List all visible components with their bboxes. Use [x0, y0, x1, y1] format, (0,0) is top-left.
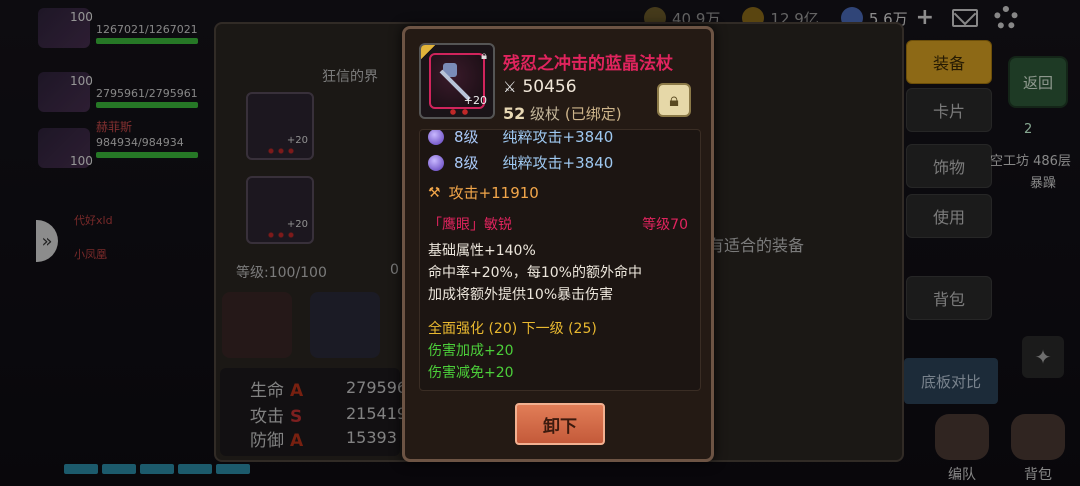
bag-button[interactable]: 背包	[1006, 410, 1070, 484]
crossed-swords-icon: ⚔	[503, 78, 517, 96]
passive-level: 等级70	[642, 217, 688, 233]
tab-bag[interactable]: 背包	[906, 276, 992, 320]
team-list: 100 1267021/1267021 100 2795961/2795961 …	[34, 6, 204, 172]
hero-level-text-2: 0	[390, 262, 399, 278]
gem-level: 8级	[454, 154, 479, 172]
skill-slot-1[interactable]	[222, 292, 292, 358]
skill-slot-2[interactable]	[310, 292, 380, 358]
stat-label: 防御	[250, 431, 284, 451]
mail-icon[interactable]	[952, 9, 979, 27]
item-level-num: 52	[503, 104, 526, 123]
gem-count: 2	[1024, 122, 1033, 137]
item-plus: +20	[463, 94, 487, 107]
tab-equipment[interactable]: 装备	[906, 40, 992, 84]
workshop-label: 空工坊 486层	[990, 154, 1071, 169]
stat-value: 215419	[346, 404, 408, 423]
stat-grade: S	[290, 407, 303, 427]
member-hp-bar	[96, 152, 198, 158]
stat-value: 15393	[346, 428, 397, 447]
no-equip-text: 有适合的装备	[708, 236, 805, 255]
add-diamond-button[interactable]: +	[916, 7, 934, 29]
compare-button[interactable]: 底板对比	[904, 358, 998, 404]
attack-value: 攻击+11910	[448, 184, 539, 202]
back-button[interactable]: 返回	[1008, 56, 1068, 108]
bound-status: (已绑定)	[564, 105, 622, 123]
team-member[interactable]: 100 2795961/2795961	[34, 70, 204, 116]
gem-icon	[428, 154, 444, 171]
passive-desc-line: 基础属性+140%	[428, 243, 536, 259]
gem-level: 8级	[454, 129, 479, 146]
slot-plus: +20	[286, 219, 308, 230]
tab-use[interactable]: 使用	[906, 194, 992, 238]
team-member[interactable]: 赫菲斯 984934/984934 100	[34, 120, 204, 172]
settings-gear-icon[interactable]	[994, 6, 1019, 30]
item-tooltip: 🔒︎ +20 残忍之冲击的蓝晶法杖 ⚔ 50456 52 级杖 (已绑定) 🔒︎…	[402, 26, 714, 462]
bag-button-label: 背包	[1024, 467, 1052, 483]
tooltip-header: 🔒︎ +20 残忍之冲击的蓝晶法杖 ⚔ 50456 52 级杖 (已绑定) 🔒︎	[405, 29, 711, 129]
gem-stat: 纯粹攻击+3840	[502, 129, 614, 146]
member-hp-bar	[96, 102, 198, 108]
passive-desc-line: 命中率+20%，每10%的额外命中	[428, 265, 642, 281]
stats-panel: 生命 A 279596 攻击 S 215419 防御 A 15393	[220, 368, 407, 456]
item-title: 残忍之冲击的蓝晶法杖	[503, 54, 673, 74]
slot-plus: +20	[286, 135, 308, 146]
stat-grade: A	[290, 381, 304, 401]
stat-attack: 攻击 S	[250, 402, 302, 427]
attack-icon: ⚒	[428, 184, 441, 201]
unequip-button[interactable]: 卸下	[515, 403, 605, 445]
weapon-slot[interactable]: +20	[246, 92, 314, 160]
fanatic-label: 狂信的界	[322, 69, 378, 85]
item-stars	[447, 109, 471, 115]
item-power: ⚔ 50456	[503, 77, 577, 97]
gem-line: 8级 纯粹攻击+3840	[428, 152, 613, 173]
tab-accessories[interactable]: 饰物	[906, 144, 992, 188]
member-hp: 984934/984934	[96, 136, 184, 149]
member-level: 100	[70, 10, 93, 24]
hero-level-text: 等级:100/100	[236, 265, 327, 281]
member-level: 100	[70, 74, 93, 88]
tab-cards[interactable]: 卡片	[906, 88, 992, 132]
stat-hp: 生命 A	[250, 376, 303, 401]
member-hp: 2795961/2795961	[96, 87, 198, 100]
passive-desc-line: 加成将额外提供10%暴击伤害	[428, 287, 614, 303]
item-power-value: 50456	[522, 77, 577, 97]
armor-slot[interactable]: +20	[246, 176, 314, 244]
bonus-line: 伤害减免+20	[428, 365, 514, 381]
member-name: 赫菲斯	[96, 120, 133, 134]
gem-icon	[428, 130, 444, 145]
passive-name: 「鹰眼」敏锐	[428, 217, 512, 233]
stat-label: 生命	[250, 381, 284, 401]
extra-member-name: 代好xld	[74, 214, 113, 227]
stat-defense: 防御 A	[250, 426, 303, 451]
stat-label: 攻击	[250, 407, 284, 427]
item-type-name: 级杖	[530, 105, 561, 123]
stat-grade: A	[290, 431, 304, 451]
lock-icon: 🔒︎	[481, 49, 487, 62]
member-hp: 1267021/1267021	[96, 23, 198, 36]
item-icon: 🔒︎ +20	[419, 43, 495, 119]
bottom-progress	[64, 464, 250, 474]
gem-line: 8级 纯粹攻击+3840	[428, 129, 614, 147]
item-type: 52 级杖 (已绑定)	[503, 103, 622, 124]
team-button-label: 编队	[948, 467, 976, 483]
stat-value: 279596	[346, 378, 408, 397]
tooltip-body: 8级 纯粹攻击+3840 8级 纯粹攻击+3840 ⚒ 攻击+11910 「鹰眼…	[419, 129, 701, 391]
lightbulb-icon[interactable]: ✦	[1022, 336, 1064, 378]
bag-icon	[1011, 414, 1065, 460]
member-hp-bar	[96, 38, 198, 44]
attack-line: ⚒ 攻击+11910	[428, 182, 539, 203]
slot-stars	[266, 232, 296, 238]
gem-stat: 纯粹攻击+3840	[502, 154, 614, 172]
enhance-line: 全面强化 (20) 下一级 (25)	[428, 321, 597, 337]
team-icon	[935, 414, 989, 460]
baoliao-label: 暴躁	[1030, 176, 1057, 191]
team-button[interactable]: 编队	[930, 410, 994, 484]
bonus-line: 伤害加成+20	[428, 343, 514, 359]
extra-member-name: 小凤凰	[74, 248, 107, 261]
team-member[interactable]: 100 1267021/1267021	[34, 6, 204, 52]
member-level: 100	[70, 154, 93, 168]
slot-stars	[266, 148, 296, 154]
padlock-toggle[interactable]: 🔒︎	[657, 83, 691, 117]
